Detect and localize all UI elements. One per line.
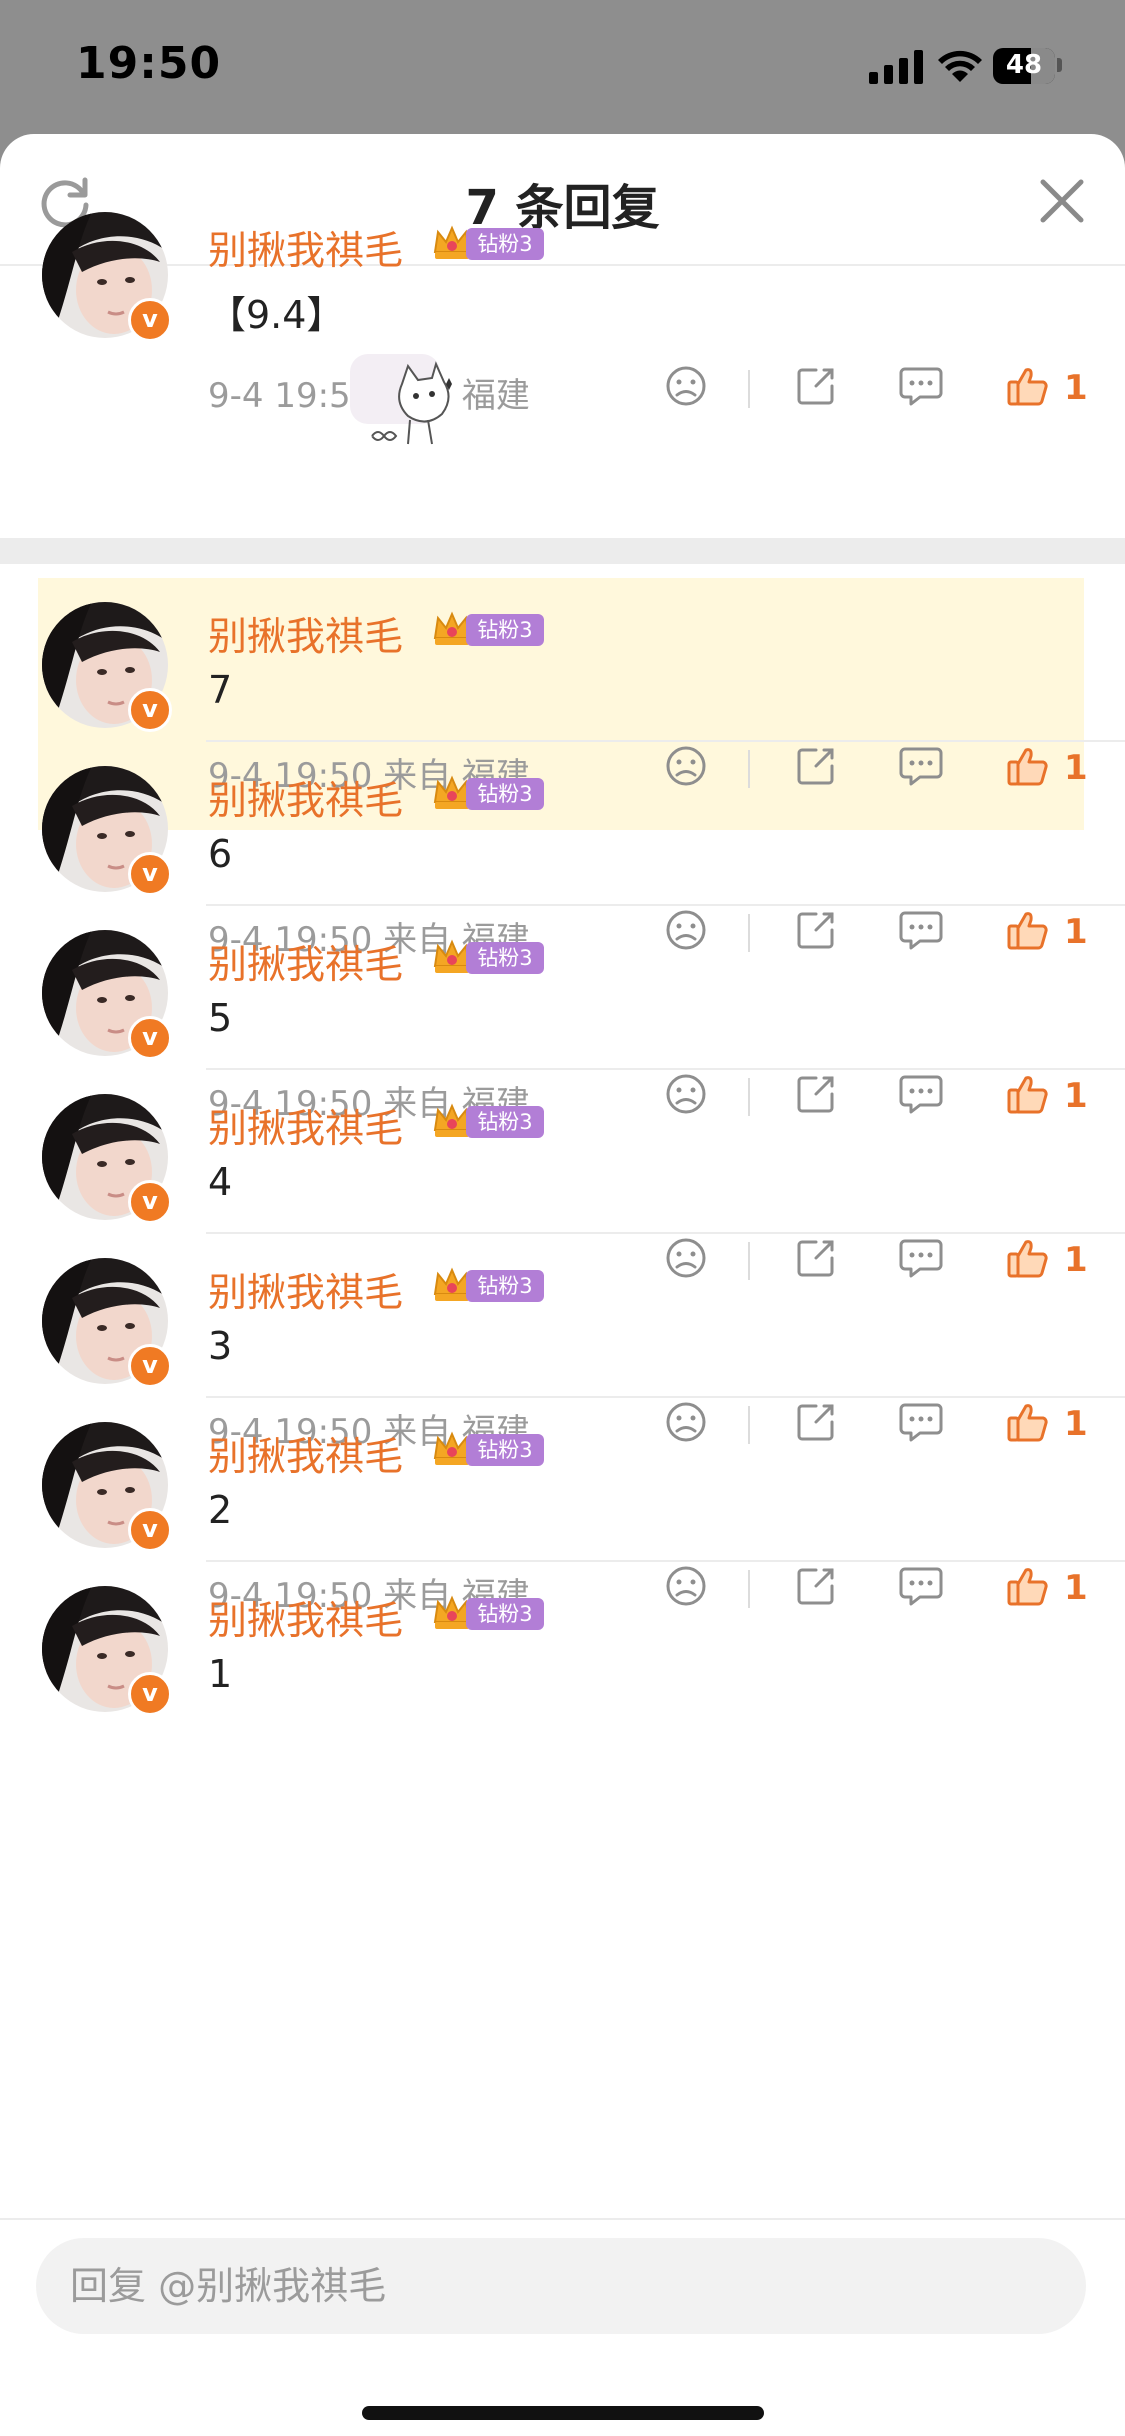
- share-icon: [797, 368, 834, 405]
- sad-face-icon: [666, 366, 706, 406]
- comment-icon: [899, 367, 943, 406]
- status-time: 19:50: [76, 38, 222, 89]
- comment-text: 6: [208, 832, 233, 876]
- home-indicator[interactable]: [362, 2406, 764, 2420]
- comment-text: 3: [208, 1324, 233, 1368]
- username[interactable]: 别揪我祺毛: [208, 606, 403, 662]
- comment-row[interactable]: v 别揪我祺毛 钻粉3 【9.4】 9-4 19:50 来自 福建: [0, 182, 1125, 482]
- comment-text: 7: [208, 668, 233, 712]
- username[interactable]: 别揪我祺毛: [208, 220, 403, 276]
- fan-badge-label: 钻粉3: [466, 1434, 544, 1466]
- fan-badge-label: 钻粉3: [466, 942, 544, 974]
- fan-badge[interactable]: 钻粉3: [432, 224, 546, 262]
- comment-row[interactable]: v 别揪我祺毛 钻粉3 7 9-4 19:50 来自 福建 1: [0, 578, 1125, 830]
- verified-v-icon: v: [128, 1672, 172, 1716]
- comment-text: 1: [208, 1652, 233, 1696]
- battery-icon: 48: [993, 48, 1055, 84]
- fan-badge-label: 钻粉3: [466, 228, 544, 260]
- username[interactable]: 别揪我祺毛: [208, 934, 403, 990]
- fan-badge[interactable]: 钻粉3: [432, 774, 546, 812]
- comment-row[interactable]: v 别揪我祺毛 钻粉3 4 1: [0, 1070, 1125, 1280]
- signal-icon: [869, 50, 923, 84]
- comment-text: 5: [208, 996, 233, 1040]
- fan-badge[interactable]: 钻粉3: [432, 938, 546, 976]
- comment-text: 2: [208, 1488, 233, 1532]
- comment-row[interactable]: v 别揪我祺毛 钻粉3 2 9-4 19:50 来自 福建 1: [0, 1398, 1125, 1616]
- username[interactable]: 别揪我祺毛: [208, 1590, 403, 1646]
- username[interactable]: 别揪我祺毛: [208, 770, 403, 826]
- verified-v-icon: v: [128, 1016, 172, 1060]
- comment-row[interactable]: v 别揪我祺毛 钻粉3 1: [0, 1562, 1125, 1726]
- share-button[interactable]: [794, 364, 838, 408]
- fan-badge-label: 钻粉3: [466, 778, 544, 810]
- fan-badge[interactable]: 钻粉3: [432, 1594, 546, 1632]
- status-icons: 48: [843, 46, 1073, 86]
- fan-badge-label: 钻粉3: [466, 1598, 544, 1630]
- reply-bar: [0, 2218, 1125, 2436]
- like-count: 1: [1064, 368, 1088, 408]
- cat-sticker-image: [350, 354, 480, 454]
- verified-v-icon: v: [128, 852, 172, 896]
- fan-badge[interactable]: 钻粉3: [432, 1102, 546, 1140]
- comment-button[interactable]: [898, 364, 944, 408]
- comment-text: 4: [208, 1160, 233, 1204]
- action-separator: [748, 370, 750, 408]
- verified-v-icon: v: [128, 298, 172, 342]
- wifi-icon: [938, 50, 982, 82]
- verified-v-icon: v: [128, 1508, 172, 1552]
- comment-row[interactable]: v 别揪我祺毛 钻粉3 6 9-4 19:50 来自 福建 1: [0, 742, 1125, 960]
- replies-sheet: 7 条回复 v 别揪我祺毛 钻粉3 【9.4】 9-4 19:50 福建 1 v…: [0, 134, 1125, 2436]
- verified-v-icon: v: [128, 1180, 172, 1224]
- comment-row[interactable]: v 别揪我祺毛 钻粉3 5 9-4 19:50 来自 福建 1: [0, 906, 1125, 1124]
- status-bar: 19:50 48: [0, 0, 1125, 134]
- username[interactable]: 别揪我祺毛: [208, 1098, 403, 1154]
- reply-input[interactable]: [36, 2238, 1086, 2334]
- section-divider: [0, 538, 1125, 564]
- username[interactable]: 别揪我祺毛: [208, 1426, 403, 1482]
- battery-level: 48: [1005, 50, 1043, 80]
- fan-badge-label: 钻粉3: [466, 1270, 544, 1302]
- fan-badge-label: 钻粉3: [466, 614, 544, 646]
- verified-v-icon: v: [128, 688, 172, 732]
- verified-v-icon: v: [128, 1344, 172, 1388]
- username[interactable]: 别揪我祺毛: [208, 1262, 403, 1318]
- comment-row[interactable]: v 别揪我祺毛 钻粉3 3 9-4 19:50 来自 福建 1: [0, 1234, 1125, 1452]
- fan-badge[interactable]: 钻粉3: [432, 1430, 546, 1468]
- dislike-button[interactable]: [664, 364, 708, 408]
- like-button[interactable]: [1006, 364, 1050, 408]
- fan-badge[interactable]: 钻粉3: [432, 610, 546, 648]
- thumbs-up-icon: [1007, 368, 1048, 406]
- fan-badge[interactable]: 钻粉3: [432, 1266, 546, 1304]
- comment-actions: 1: [660, 364, 1090, 414]
- fan-badge-label: 钻粉3: [466, 1106, 544, 1138]
- comment-text: 【9.4】: [208, 293, 345, 337]
